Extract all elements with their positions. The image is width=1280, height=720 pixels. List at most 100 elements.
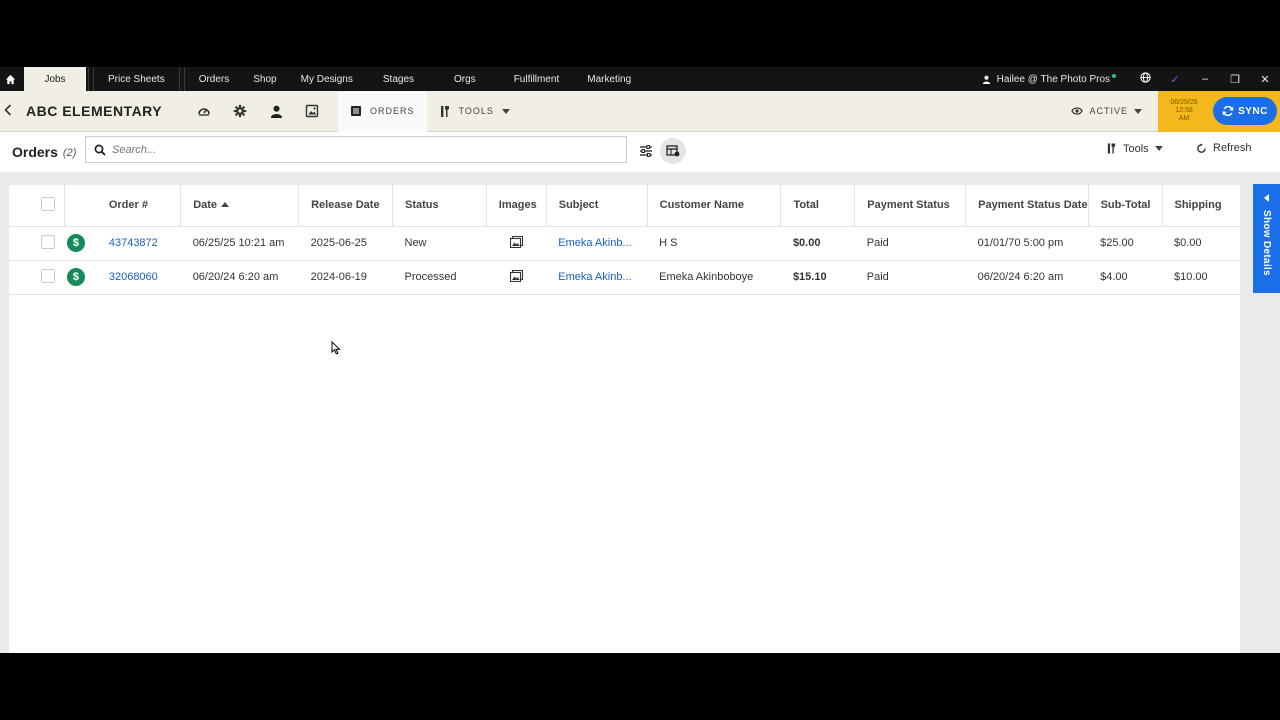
order-status: New	[392, 225, 487, 260]
payment-status: Paid	[854, 259, 966, 295]
orders-panel: Order # Date Release Date Status Images …	[9, 185, 1240, 653]
column-date[interactable]: Date	[180, 185, 300, 226]
subject-link[interactable]: Emeka Akinb...	[546, 225, 648, 260]
last-sync-timestamp: 06/25/25 12:58 AM	[1158, 90, 1210, 132]
column-images[interactable]: Images	[486, 185, 547, 226]
home-icon[interactable]	[0, 67, 20, 91]
release-date: 2024-06-19	[298, 259, 393, 295]
column-release-date[interactable]: Release Date	[298, 185, 393, 226]
bottom-letterbox	[0, 653, 1280, 720]
tab-my-designs[interactable]: My Designs	[289, 67, 365, 91]
shipping: $0.00	[1162, 225, 1240, 260]
job-status-dropdown[interactable]: ACTIVE	[1071, 106, 1158, 116]
tab-divider	[178, 67, 185, 91]
user-menu[interactable]: Hailee @ The Photo Pros	[982, 74, 1130, 85]
tools-label: Tools	[1123, 142, 1149, 155]
tab-orders-section[interactable]: ORDERS	[338, 90, 427, 132]
tools-icon	[440, 105, 449, 117]
column-customer-name[interactable]: Customer Name	[647, 185, 782, 226]
images-icon[interactable]	[510, 235, 524, 248]
sync-button[interactable]: SYNC	[1213, 97, 1277, 125]
show-details-tab[interactable]: Show Details	[1253, 184, 1280, 293]
minimize-icon[interactable]: –	[1190, 73, 1220, 85]
mouse-cursor-icon	[331, 340, 341, 360]
order-number-link[interactable]: 43743872	[97, 225, 181, 260]
user-icon	[982, 75, 990, 84]
tab-price-sheets[interactable]: Price Sheets	[96, 67, 177, 91]
order-number-link[interactable]: 32068060	[97, 259, 181, 295]
row-checkbox[interactable]	[41, 234, 55, 249]
restore-icon[interactable]: ❐	[1220, 73, 1250, 86]
sync-time: 12:58	[1175, 107, 1193, 114]
orders-tab-label: ORDERS	[370, 106, 415, 116]
column-subject[interactable]: Subject	[546, 185, 648, 226]
chevron-down-icon	[1154, 146, 1163, 151]
column-total[interactable]: Total	[780, 185, 856, 226]
order-count: (2)	[62, 147, 77, 159]
sliders-icon	[640, 145, 652, 157]
globe-icon[interactable]	[1130, 72, 1160, 86]
sub-total: $25.00	[1088, 225, 1162, 260]
caret-left-icon	[1264, 194, 1269, 202]
tools-dropdown[interactable]: Tools	[1106, 142, 1163, 155]
dashboard-icon[interactable]	[186, 91, 222, 132]
tools-menu[interactable]: TOOLS	[427, 91, 522, 132]
tab-divider	[88, 67, 94, 91]
order-date: 06/20/24 6:20 am	[180, 259, 299, 295]
tab-orgs[interactable]: Orgs	[432, 67, 498, 91]
order-status: Processed	[392, 259, 487, 295]
images-cell	[486, 259, 547, 295]
refresh-icon	[1197, 142, 1206, 153]
tab-jobs[interactable]: Jobs	[24, 67, 86, 91]
paid-dollar-icon: $	[66, 234, 85, 252]
customer-name: H S	[647, 225, 781, 260]
sync-wrapper: SYNC	[1210, 90, 1280, 132]
column-sub-total[interactable]: Sub-Total	[1088, 185, 1163, 226]
sync-ampm: AM	[1178, 115, 1190, 122]
payment-status-date: 01/01/70 5:00 pm	[965, 225, 1089, 260]
filter-sliders-button[interactable]	[633, 138, 659, 164]
order-total: $0.00	[780, 225, 855, 260]
search-box	[85, 136, 627, 163]
refresh-button[interactable]: Refresh	[1196, 142, 1252, 154]
table-row[interactable]: $ 43743872 06/25/25 10:21 am 2025-06-25 …	[9, 225, 1240, 260]
page-title: Orders	[12, 144, 58, 160]
sort-ascending-icon	[221, 202, 230, 208]
select-all-checkbox[interactable]	[41, 196, 55, 211]
sync-date: 06/25/25	[1170, 99, 1198, 106]
table-row[interactable]: $ 32068060 06/20/24 6:20 am 2024-06-19 P…	[9, 259, 1240, 295]
tools-icon	[1107, 143, 1116, 154]
tab-marketing[interactable]: Marketing	[575, 67, 643, 91]
column-order-number[interactable]: Order #	[97, 185, 182, 226]
table-header-row: Order # Date Release Date Status Images …	[9, 185, 1240, 226]
job-status-label: ACTIVE	[1089, 106, 1128, 116]
tab-shop[interactable]: Shop	[241, 67, 288, 91]
row-checkbox[interactable]	[41, 268, 55, 283]
tab-stages[interactable]: Stages	[365, 67, 432, 91]
eye-icon	[1071, 107, 1084, 115]
row-select-cell	[9, 225, 65, 260]
payment-cell: $	[64, 225, 98, 260]
column-status[interactable]: Status	[392, 185, 487, 226]
back-icon[interactable]	[4, 103, 18, 119]
tab-orders[interactable]: Orders	[187, 67, 242, 91]
orders-list-icon	[351, 106, 361, 116]
column-payment-status-date[interactable]: Payment Status Date	[965, 185, 1089, 226]
column-payment-status[interactable]: Payment Status	[854, 185, 967, 226]
chevron-down-icon	[1134, 108, 1142, 114]
shipping: $10.00	[1162, 259, 1240, 295]
column-shipping[interactable]: Shipping	[1162, 185, 1240, 226]
check-icon[interactable]: ✓	[1160, 73, 1190, 86]
images-icon[interactable]	[510, 269, 524, 282]
table-settings-icon	[666, 145, 680, 157]
search-input[interactable]	[112, 143, 592, 156]
settings-gear-icon[interactable]	[222, 91, 258, 132]
person-icon[interactable]	[258, 91, 294, 132]
table-settings-button[interactable]	[660, 138, 686, 164]
gallery-icon[interactable]	[294, 91, 330, 132]
subject-link[interactable]: Emeka Akinb...	[546, 259, 648, 295]
sync-icon	[1222, 105, 1234, 117]
close-icon[interactable]: ✕	[1250, 73, 1280, 86]
search-icon	[94, 144, 106, 156]
tab-fulfillment[interactable]: Fulfillment	[498, 67, 576, 91]
